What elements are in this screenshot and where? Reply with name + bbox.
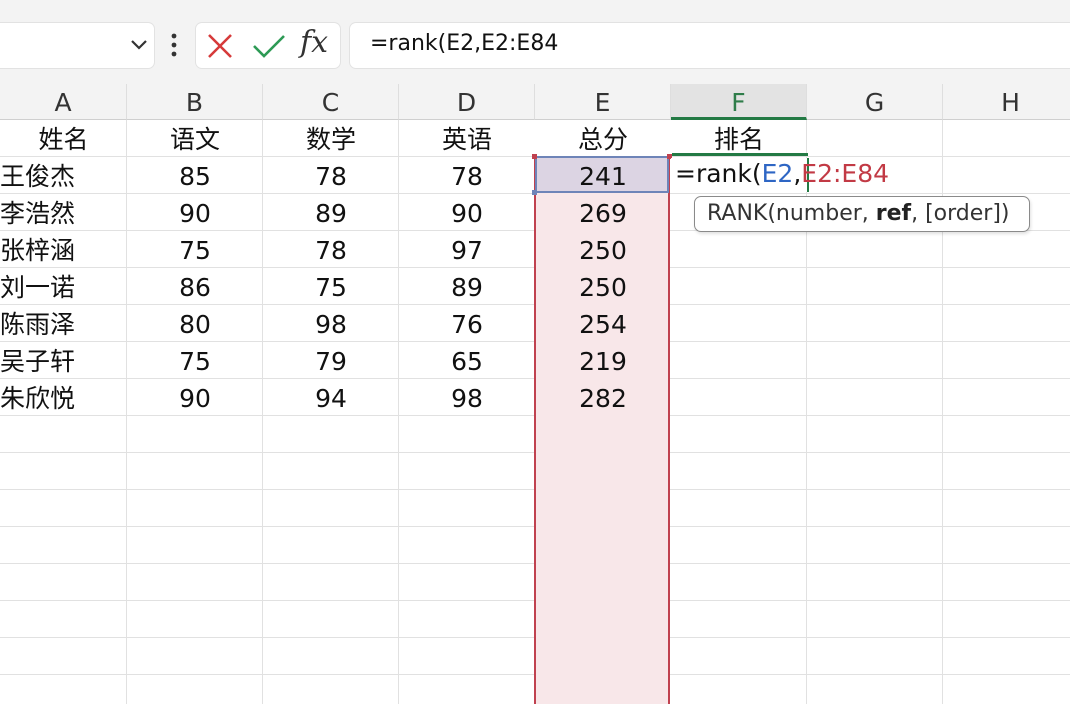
column-header-d[interactable]: D [399,84,535,120]
insert-function-button[interactable]: fx [300,25,328,60]
cell-name[interactable]: 吴子轩 [0,342,126,379]
cell-name[interactable]: 朱欣悦 [0,379,126,416]
name-box[interactable] [0,23,154,68]
column-header-g[interactable]: G [807,84,943,120]
header-name[interactable]: 姓名 [0,120,127,157]
cell-total[interactable]: 250 [535,268,671,305]
column-header-a[interactable]: A [0,84,127,120]
active-cell-f2-editor[interactable]: =rank(E2,E2:E84 [671,158,889,192]
chevron-down-icon[interactable] [128,31,150,57]
cell-english[interactable]: 90 [399,194,535,231]
cell-math[interactable]: 78 [263,231,399,268]
formula-bar-area: fx =rank(E2,E2:E84 [0,0,1070,84]
header-total[interactable]: 总分 [535,120,671,157]
more-options-icon[interactable] [168,30,180,60]
edit-prefix: =rank( [675,159,762,188]
cell-chinese[interactable]: 75 [127,342,263,379]
column-header-h[interactable]: H [943,84,1070,120]
header-chinese[interactable]: 语文 [127,120,263,157]
edit-ref-range: E2:E84 [801,159,890,188]
cell-chinese[interactable]: 80 [127,305,263,342]
check-icon[interactable] [252,32,286,60]
formula-text: =rank(E2,E2:E84 [370,31,559,56]
header-rank[interactable]: 排名 [671,120,807,157]
cell-name[interactable]: 李浩然 [0,194,126,231]
cell-math[interactable]: 75 [263,268,399,305]
formula-actions: fx [196,23,340,68]
cell-chinese[interactable]: 86 [127,268,263,305]
x-icon[interactable] [206,32,234,60]
column-header-c[interactable]: C [263,84,399,120]
cell-name[interactable]: 王俊杰 [0,157,126,194]
cell-math[interactable]: 98 [263,305,399,342]
header-english[interactable]: 英语 [399,120,535,157]
cell-total[interactable]: 269 [535,194,671,231]
tooltip-prefix: RANK(number, [707,201,876,226]
cell-chinese[interactable]: 85 [127,157,263,194]
edit-ref-e2: E2 [761,159,794,188]
column-header-f[interactable]: F [671,84,807,120]
formula-input[interactable]: =rank(E2,E2:E84 [350,23,1070,68]
function-signature-tooltip: RANK(number, ref, [order]) [694,196,1030,232]
active-cell-border [672,153,808,156]
cell-math[interactable]: 79 [263,342,399,379]
cell-total[interactable]: 241 [535,157,671,194]
cell-english[interactable]: 65 [399,342,535,379]
cell-math[interactable]: 94 [263,379,399,416]
cell-total[interactable]: 282 [535,379,671,416]
header-math[interactable]: 数学 [263,120,399,157]
cell-name[interactable]: 陈雨泽 [0,305,126,342]
tooltip-current-arg: ref [875,201,912,226]
edit-cell-content: =rank(E2,E2:E84 [675,159,889,188]
cell-total[interactable]: 219 [535,342,671,379]
cell-math[interactable]: 89 [263,194,399,231]
cell-english[interactable]: 98 [399,379,535,416]
cell-chinese[interactable]: 90 [127,379,263,416]
cell-chinese[interactable]: 75 [127,231,263,268]
tooltip-suffix: , [order]) [911,201,1010,226]
cell-english[interactable]: 78 [399,157,535,194]
cell-total[interactable]: 254 [535,305,671,342]
cell-total[interactable]: 250 [535,231,671,268]
cell-name[interactable]: 张梓涵 [0,231,126,268]
cell-english[interactable]: 76 [399,305,535,342]
column-header-b[interactable]: B [127,84,263,120]
column-header-e[interactable]: E [535,84,671,120]
cell-math[interactable]: 78 [263,157,399,194]
cell-english[interactable]: 89 [399,268,535,305]
cell-chinese[interactable]: 90 [127,194,263,231]
cell-name[interactable]: 刘一诺 [0,268,126,305]
cell-english[interactable]: 97 [399,231,535,268]
